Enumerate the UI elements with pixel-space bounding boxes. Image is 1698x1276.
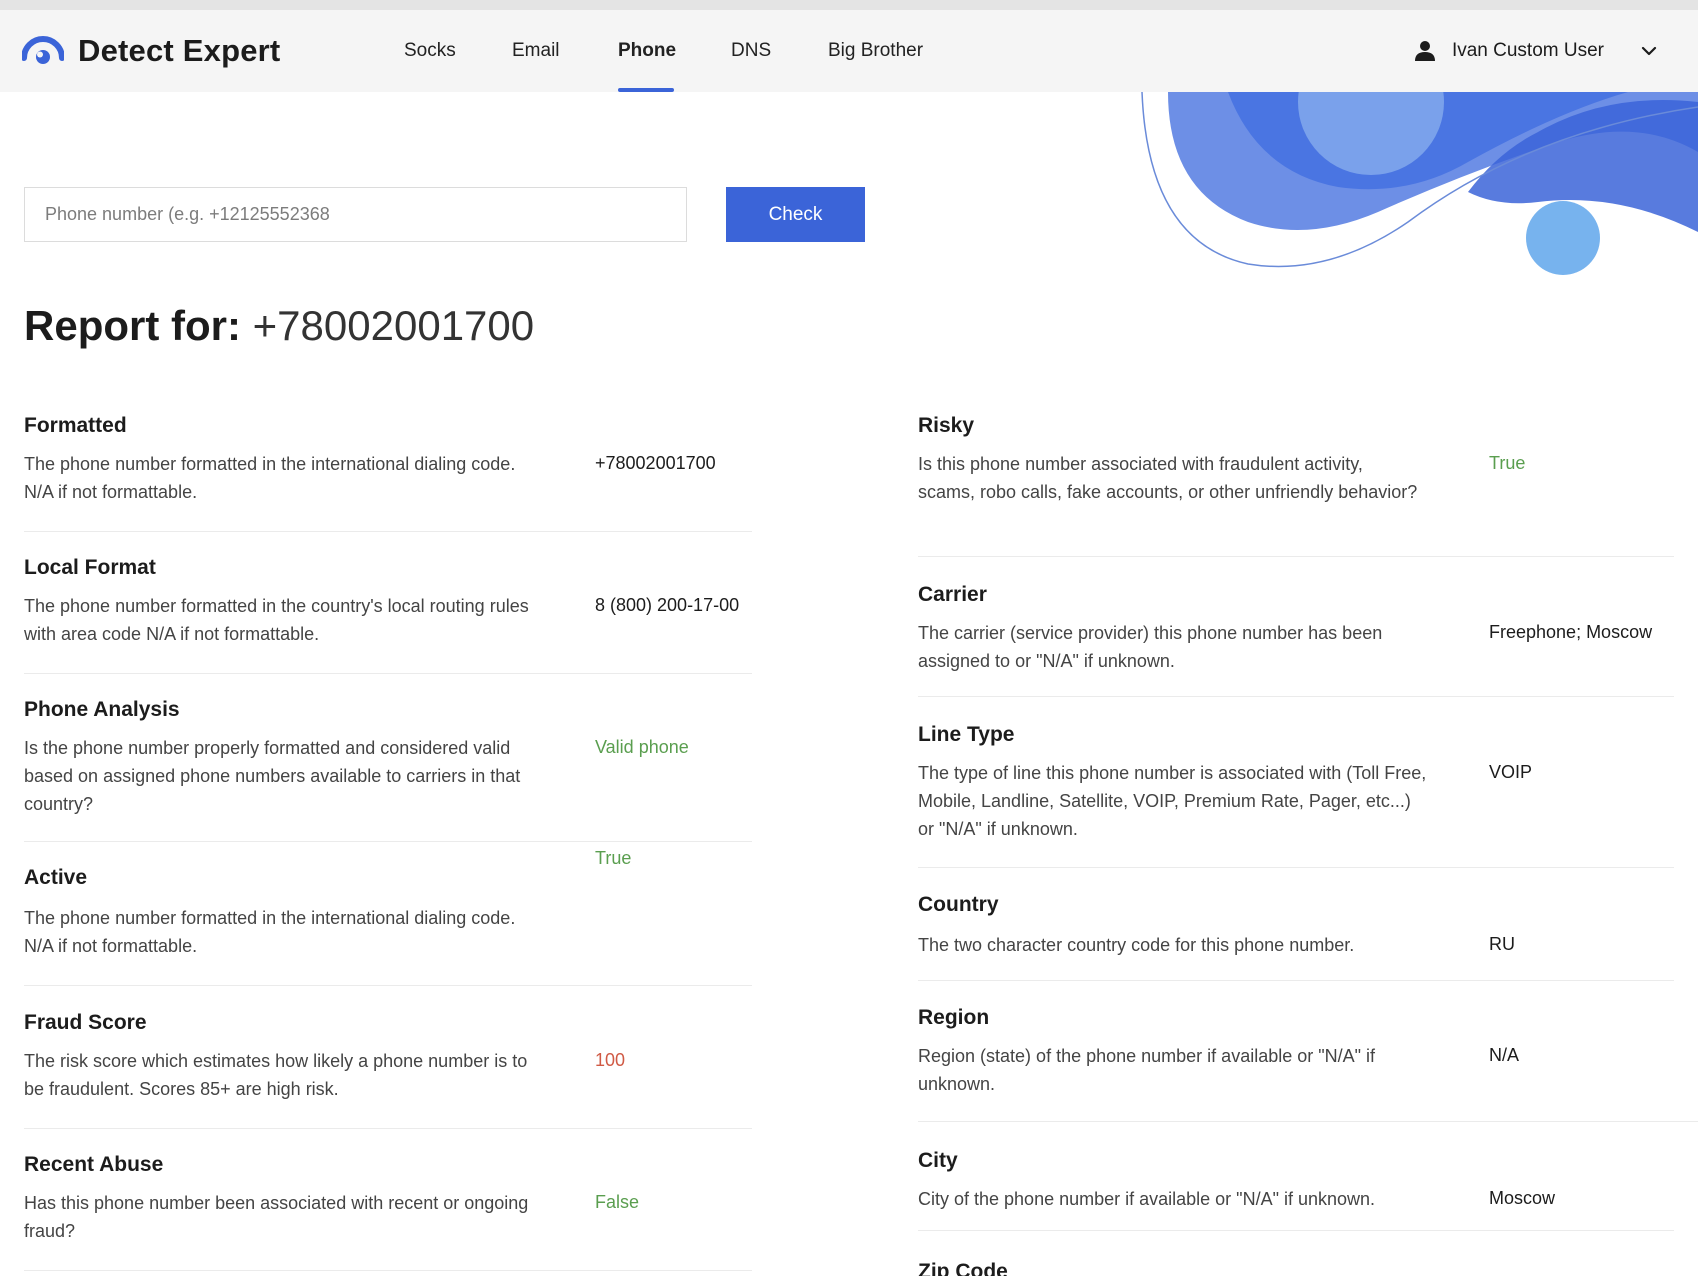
- chevron-down-icon[interactable]: [1640, 42, 1658, 60]
- field-title: Carrier: [918, 583, 987, 606]
- field-title: Fraud Score: [24, 1011, 147, 1034]
- field-description: The phone number formatted in the intern…: [24, 454, 516, 502]
- field-value: True: [1489, 453, 1526, 473]
- field-local-format: Local Format The phone number formatted …: [24, 554, 752, 674]
- field-city: City City of the phone number if availab…: [918, 1147, 1674, 1231]
- field-description: The phone number formatted in the countr…: [24, 596, 529, 644]
- field-description: Has this phone number been associated wi…: [24, 1193, 529, 1241]
- user-name: Ivan Custom User: [1451, 40, 1604, 61]
- field-title: Active: [24, 866, 88, 889]
- field-description: Region (state) of the phone number if av…: [918, 1046, 1376, 1094]
- field-description: The risk score which estimates how likel…: [24, 1051, 528, 1099]
- field-value: Moscow: [1489, 1188, 1556, 1208]
- field-value: N/A: [1489, 1045, 1520, 1065]
- field-title: Region: [918, 1006, 990, 1029]
- field-title: Zip Code: [918, 1260, 1008, 1276]
- field-description: The type of line this phone number is as…: [918, 763, 1427, 839]
- nav-item-socks[interactable]: Socks: [404, 40, 456, 62]
- field-title: Local Format: [24, 556, 156, 579]
- report-number: +78002001700: [252, 302, 535, 349]
- nav-item-big-brother[interactable]: Big Brother: [828, 40, 923, 62]
- field-title: Risky: [918, 414, 975, 437]
- field-value: RU: [1489, 934, 1515, 954]
- field-value: 100: [595, 1050, 626, 1070]
- field-description: The carrier (service provider) this phon…: [918, 623, 1383, 671]
- field-value: Freephone; Moscow: [1489, 622, 1653, 642]
- field-title: Line Type: [918, 723, 1015, 746]
- field-region: Region Region (state) of the phone numbe…: [918, 1004, 1698, 1122]
- active-tab-indicator: [618, 88, 674, 92]
- phone-number-input[interactable]: [24, 187, 687, 242]
- field-value: True: [595, 848, 632, 868]
- field-description: The two character country code for this …: [918, 935, 1355, 955]
- report-title: Report for: +78002001700: [24, 302, 534, 350]
- main-nav: Socks Email Phone DNS Big Brother: [0, 10, 1000, 92]
- field-value: Valid phone: [595, 737, 689, 757]
- field-title: Country: [918, 893, 999, 916]
- field-value: VOIP: [1489, 762, 1533, 782]
- field-risky: Risky Is this phone number associated wi…: [918, 412, 1674, 557]
- field-title: Formatted: [24, 414, 127, 437]
- nav-item-email[interactable]: Email: [512, 40, 560, 62]
- user-icon: [1414, 41, 1435, 61]
- nav-item-dns[interactable]: DNS: [731, 40, 771, 62]
- field-country: Country The two character country code f…: [918, 891, 1674, 981]
- field-title: Recent Abuse: [24, 1153, 164, 1176]
- check-button[interactable]: Check: [726, 187, 865, 242]
- field-zip-code: Zip Code: [918, 1258, 1674, 1276]
- nav-item-phone[interactable]: Phone: [618, 40, 676, 62]
- field-title: City: [918, 1149, 958, 1172]
- user-menu[interactable]: Ivan Custom User: [1414, 40, 1658, 62]
- field-description: Is this phone number associated with fra…: [918, 454, 1418, 502]
- field-value: +78002001700: [595, 453, 716, 473]
- field-recent-abuse: Recent Abuse Has this phone number been …: [24, 1151, 752, 1271]
- field-active: Active The phone number formatted in the…: [24, 848, 752, 986]
- field-title: Phone Analysis: [24, 698, 180, 721]
- field-line-type: Line Type The type of line this phone nu…: [918, 721, 1674, 868]
- field-description: Is the phone number properly formatted a…: [24, 738, 521, 814]
- field-description: The phone number formatted in the intern…: [24, 908, 516, 956]
- field-phone-analysis: Phone Analysis Is the phone number prope…: [24, 696, 752, 842]
- field-description: City of the phone number if available or…: [918, 1189, 1376, 1209]
- field-fraud-score: Fraud Score The risk score which estimat…: [24, 1009, 752, 1129]
- field-value: False: [595, 1192, 640, 1212]
- field-value: 8 (800) 200-17-00: [595, 595, 740, 615]
- report-label: Report for:: [24, 302, 241, 349]
- field-carrier: Carrier The carrier (service provider) t…: [918, 581, 1674, 697]
- top-strip: [0, 0, 1698, 10]
- field-formatted: Formatted The phone number formatted in …: [24, 412, 752, 532]
- top-navbar: Detect Expert Socks Email Phone DNS Big …: [0, 10, 1698, 92]
- decorative-waves-graphic: [1141, 92, 1698, 275]
